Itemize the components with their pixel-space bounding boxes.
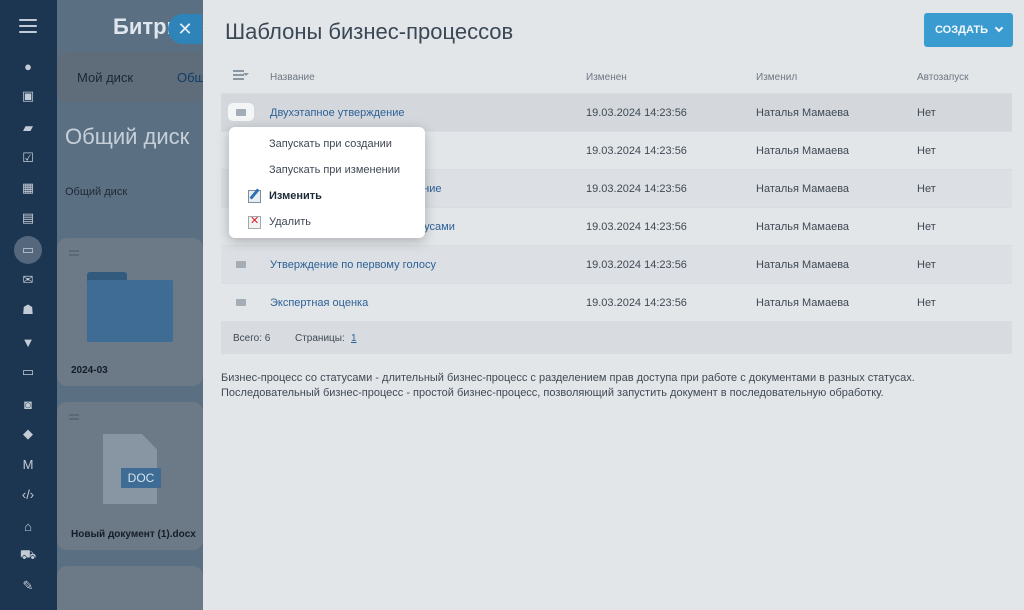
row-actions-button[interactable] — [228, 293, 254, 311]
store-icon[interactable]: ⌂ — [18, 516, 38, 536]
tasks-icon[interactable]: ▣ — [18, 86, 38, 106]
modified-by: Наталья Мамаева — [756, 297, 850, 309]
modified-by: Наталья Мамаева — [756, 221, 850, 233]
autostart-value: Нет — [917, 297, 936, 309]
modified-by: Наталья Мамаева — [756, 145, 850, 157]
modified-date: 19.03.2024 14:23:56 — [586, 221, 687, 233]
menu-item-edit[interactable]: Изменить — [269, 190, 322, 202]
template-name-link[interactable]: Двухэтапное утверждение — [270, 107, 405, 119]
autostart-value: Нет — [917, 183, 936, 195]
column-name[interactable]: Название — [270, 72, 315, 83]
close-panel-button[interactable]: ✕ — [168, 14, 202, 44]
row-context-menu: Запускать при создании Запускать при изм… — [229, 127, 425, 238]
chevron-down-icon — [994, 23, 1004, 33]
autostart-value: Нет — [917, 145, 936, 157]
doc-badge: DOC — [121, 468, 161, 488]
drive-icon[interactable]: ▭ — [14, 236, 42, 264]
document-icon[interactable]: ▤ — [18, 208, 38, 228]
description-line: Бизнес-процесс со статусами - длительный… — [221, 372, 915, 384]
code-icon[interactable]: ‹/› — [18, 484, 38, 504]
card-label: 2024-03 — [71, 365, 108, 376]
column-modified[interactable]: Изменен — [586, 72, 627, 83]
cart-icon[interactable]: ⛟ — [18, 546, 38, 566]
edit-icon — [248, 190, 261, 203]
menu-item-autostart-on-change[interactable]: Запускать при изменении — [269, 164, 400, 176]
column-autostart[interactable]: Автозапуск — [917, 72, 969, 83]
checkbox-icon[interactable]: ☑ — [18, 148, 38, 168]
users-icon[interactable]: ☗ — [18, 300, 38, 320]
column-modified-by[interactable]: Изменил — [756, 72, 797, 83]
description-line: Последовательный бизнес-процесс - просто… — [221, 387, 884, 399]
menu-icon — [236, 108, 246, 116]
menu-icon[interactable] — [19, 19, 37, 33]
row-actions-button[interactable] — [228, 103, 254, 121]
modified-date: 19.03.2024 14:23:56 — [586, 297, 687, 309]
delete-icon — [248, 214, 261, 229]
mail-icon[interactable]: ✉ — [18, 270, 38, 290]
tab-shared-drive[interactable]: Общ — [177, 70, 205, 85]
tab-my-drive[interactable]: Мой диск — [77, 70, 133, 85]
grid-header: Название Изменен Изменил Автозапуск — [221, 60, 1012, 94]
feed-icon[interactable]: ● — [18, 56, 38, 76]
marketing-icon[interactable]: M — [18, 454, 38, 474]
total-count: Всего: 6 — [233, 333, 271, 344]
folder-icon — [87, 272, 173, 342]
drag-handle-icon[interactable] — [69, 414, 79, 420]
autostart-value: Нет — [917, 221, 936, 233]
page-link[interactable]: 1 — [351, 333, 357, 344]
contact-icon[interactable]: ▭ — [18, 362, 38, 382]
box-icon[interactable]: ◆ — [18, 424, 38, 444]
page-title: Общий диск — [65, 124, 190, 149]
drive-tabs: Мой диск Общ — [57, 52, 205, 102]
modified-date: 19.03.2024 14:23:56 — [586, 183, 687, 195]
template-name-link[interactable]: Утверждение по первому голосу — [270, 259, 436, 271]
template-name-link[interactable]: Экспертная оценка — [270, 297, 368, 309]
robot-icon[interactable]: ◙ — [18, 394, 38, 414]
create-button-label: СОЗДАТЬ — [935, 24, 988, 36]
filter-icon[interactable]: ▼ — [18, 332, 38, 352]
table-row: Утверждение по первому голосу 19.03.2024… — [221, 246, 1012, 284]
column-settings-icon[interactable] — [233, 70, 249, 82]
autostart-value: Нет — [917, 107, 936, 119]
menu-item-delete[interactable]: Удалить — [269, 216, 311, 228]
autostart-value: Нет — [917, 259, 936, 271]
description: Бизнес-процесс со статусами - длительный… — [221, 371, 991, 401]
menu-item-autostart-on-create[interactable]: Запускать при создании — [269, 138, 392, 150]
drag-handle-icon[interactable] — [69, 250, 79, 256]
modified-date: 19.03.2024 14:23:56 — [586, 259, 687, 271]
modified-by: Наталья Мамаева — [756, 107, 850, 119]
menu-icon — [236, 298, 246, 306]
pen-icon[interactable]: ✎ — [18, 576, 38, 596]
close-icon: ✕ — [177, 18, 193, 39]
panel-title: Шаблоны бизнес-процессов — [225, 19, 514, 44]
modified-date: 19.03.2024 14:23:56 — [586, 145, 687, 157]
grid-footer: Всего: 6 Страницы: 1 — [221, 322, 1012, 354]
row-actions-button[interactable] — [228, 255, 254, 273]
menu-icon — [236, 260, 246, 268]
calendar-icon[interactable]: ▦ — [18, 178, 38, 198]
bp-templates-panel: Шаблоны бизнес-процессов СОЗДАТЬ Названи… — [203, 0, 1024, 610]
pages-label: Страницы: — [295, 333, 345, 344]
modified-date: 19.03.2024 14:23:56 — [586, 107, 687, 119]
file-card[interactable] — [57, 566, 203, 610]
chat-icon[interactable]: ▰ — [18, 118, 38, 138]
breadcrumb[interactable]: Общий диск — [65, 186, 127, 198]
card-label: Новый документ (1).docx — [71, 529, 196, 540]
table-row: Экспертная оценка 19.03.2024 14:23:56 На… — [221, 284, 1012, 322]
folder-card[interactable]: 2024-03 — [57, 238, 203, 386]
left-sidebar: ● ▣ ▰ ☑ ▦ ▤ ▭ ✉ ☗ ▼ ▭ ◙ ◆ M ‹/› ⌂ ⛟ ✎ — [0, 0, 57, 610]
create-button[interactable]: СОЗДАТЬ — [924, 13, 1013, 47]
file-card[interactable]: DOC Новый документ (1).docx — [57, 402, 203, 550]
modified-by: Наталья Мамаева — [756, 259, 850, 271]
modified-by: Наталья Мамаева — [756, 183, 850, 195]
